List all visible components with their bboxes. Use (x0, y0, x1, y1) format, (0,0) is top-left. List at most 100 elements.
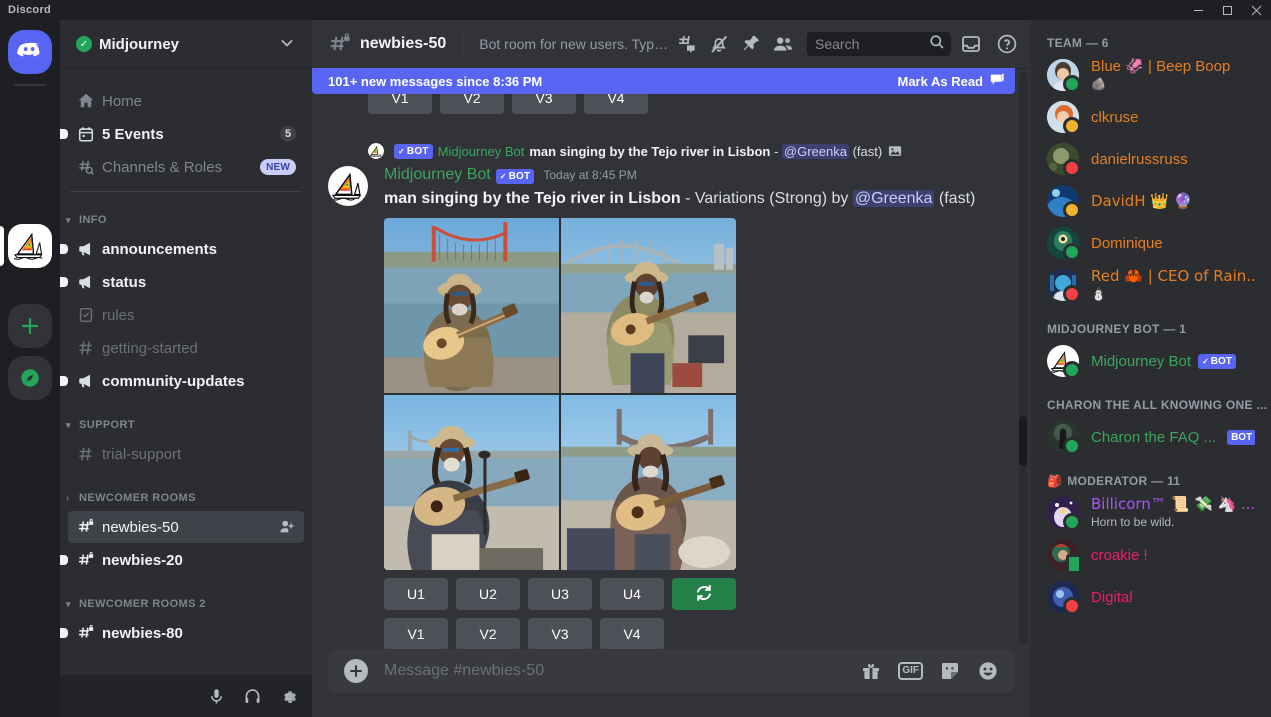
server-icon-midjourney[interactable] (8, 224, 52, 268)
member-list[interactable]: TEAM — 6 Blue 🦑 | Beep Boop 🪨 clkruse da… (1031, 20, 1271, 717)
inbox-icon[interactable] (955, 28, 987, 60)
category-label: NEWCOMER ROOMS (79, 492, 196, 504)
reroll-button[interactable] (672, 578, 736, 610)
upload-attachment-button[interactable] (344, 659, 368, 683)
member-group-header[interactable]: MIDJOURNEY BOT — 1 (1031, 306, 1271, 340)
category-newcomer-rooms[interactable]: › NEWCOMER ROOMS (60, 486, 312, 510)
guild-name: Midjourney (99, 35, 180, 53)
member-list-item[interactable]: Dominique (1039, 222, 1263, 264)
sidebar-item-announcements[interactable]: announcements (60, 233, 304, 265)
generated-image-4[interactable] (561, 395, 736, 570)
message-composer[interactable]: GIF (328, 649, 1015, 693)
upscale-button-u2[interactable]: U2 (456, 578, 520, 610)
sidebar-item-getting-started[interactable]: getting-started (68, 332, 304, 364)
gif-icon[interactable]: GIF (898, 662, 923, 680)
sticker-icon[interactable] (939, 660, 961, 682)
search-input[interactable] (807, 32, 951, 56)
avatar[interactable] (328, 166, 368, 206)
variation-button-v2[interactable]: V2 (456, 618, 520, 649)
member-list-item[interactable]: clkruse (1039, 96, 1263, 138)
close-button[interactable] (1242, 0, 1271, 20)
sidebar-item-newbies-50[interactable]: newbies-50 (68, 511, 304, 543)
member-info: Red 🦀 | CEO of Rain... ⛄ (1091, 267, 1255, 303)
message-scrollbar[interactable] (1019, 72, 1027, 645)
status-indicator-dnd (1063, 285, 1081, 303)
guild-header-button[interactable]: ✓ Midjourney (60, 20, 312, 68)
channel-topic[interactable]: Bot room for new users. Type /imagine th… (479, 36, 671, 52)
sidebar-item-trial-support[interactable]: trial-support (68, 438, 304, 470)
reply-context[interactable]: ✓ BOT Midjourney Bot man singing by the T… (368, 140, 1031, 162)
member-list-item[interactable]: Blue 🦑 | Beep Boop 🪨 (1039, 54, 1263, 96)
member-list-item[interactable]: Midjourney Bot ✓ BOT (1039, 340, 1263, 382)
message-scroll-container[interactable]: V1 V2 V3 V4 ✓ BOT Midjourney Bot man sin… (312, 68, 1031, 649)
new-messages-banner[interactable]: 101+ new messages since 8:36 PM Mark As … (312, 68, 1015, 94)
emoji-icon[interactable] (977, 660, 999, 682)
search-field[interactable] (815, 36, 929, 52)
help-icon[interactable] (991, 28, 1023, 60)
variation-button-v4[interactable]: V4 (600, 618, 664, 649)
member-name: danielrussruss (1091, 150, 1188, 168)
bell-off-icon[interactable] (703, 28, 735, 60)
member-list-item[interactable]: DavidH 👑 🔮 (1039, 180, 1263, 222)
message: Midjourney Bot ✓ BOT Today at 8:45 PM man… (312, 164, 1031, 649)
avatar (1047, 345, 1081, 379)
add-member-icon[interactable] (278, 518, 296, 536)
generated-image-grid[interactable] (384, 218, 736, 570)
sidebar-item-channels-and-roles[interactable]: Channels & Roles NEW (68, 151, 304, 183)
mark-as-read-button[interactable]: Mark As Read (898, 72, 1006, 91)
sidebar-item-rules[interactable]: rules (68, 299, 304, 331)
generated-image-1[interactable] (384, 218, 559, 393)
gear-icon[interactable] (272, 680, 304, 712)
mention-greenka[interactable]: @Greenka (852, 190, 935, 207)
sidebar-item-newbies-80[interactable]: newbies-80 (60, 617, 304, 649)
sidebar-item-home[interactable]: Home (68, 85, 304, 117)
category-support[interactable]: ▾ SUPPORT (60, 413, 312, 437)
sidebar-item-community-updates[interactable]: community-updates (60, 365, 304, 397)
home-icon[interactable] (8, 30, 52, 74)
rules-icon (76, 305, 96, 325)
add-server-button[interactable] (8, 304, 52, 348)
category-info[interactable]: ▾ INFO (60, 208, 312, 232)
member-name: Blue 🦑 | Beep Boop (1091, 58, 1231, 75)
reply-author[interactable]: Midjourney Bot (438, 144, 525, 159)
generated-image-2[interactable] (561, 218, 736, 393)
category-newcomer-rooms-2[interactable]: ▾ NEWCOMER ROOMS 2 (60, 592, 312, 616)
members-icon[interactable] (767, 28, 799, 60)
member-list-item[interactable]: Charon the FAQ ... BOT (1039, 416, 1263, 458)
new-badge: NEW (260, 159, 296, 175)
window-controls (1184, 0, 1271, 20)
channel-label: announcements (102, 240, 218, 258)
sidebar-item-newbies-20[interactable]: newbies-20 (60, 544, 304, 576)
headphones-icon[interactable] (236, 680, 268, 712)
member-group-header[interactable]: CHARON THE ALL KNOWING ONE ... (1031, 382, 1271, 416)
upscale-button-u3[interactable]: U3 (528, 578, 592, 610)
upscale-button-u1[interactable]: U1 (384, 578, 448, 610)
message-group: ✓ BOT Midjourney Bot man singing by the T… (312, 140, 1031, 649)
unread-indicator (60, 244, 68, 254)
message-author[interactable]: Midjourney Bot (384, 166, 491, 184)
microphone-icon[interactable] (200, 680, 232, 712)
member-list-item[interactable]: Red 🦀 | CEO of Rain... ⛄ (1039, 264, 1263, 306)
message-input[interactable] (384, 649, 845, 693)
member-list-item[interactable]: Digital (1039, 576, 1263, 618)
sidebar-item-events[interactable]: 5 Events 5 (60, 118, 304, 150)
upscale-button-u4[interactable]: U4 (600, 578, 664, 610)
gift-icon[interactable] (860, 660, 882, 682)
generated-image-3[interactable] (384, 395, 559, 570)
active-server-indicator (0, 226, 4, 266)
explore-servers-button[interactable] (8, 356, 52, 400)
pin-icon[interactable] (735, 28, 767, 60)
scrollbar-thumb[interactable] (1019, 416, 1027, 466)
maximize-button[interactable] (1213, 0, 1242, 20)
member-list-item[interactable]: croakie ! (1039, 534, 1263, 576)
member-group-header[interactable]: 🎒 MODERATOR — 11 (1031, 458, 1271, 492)
member-list-item[interactable]: Billicorn™ 📜 💸 🦄 ... Horn to be wild. (1039, 492, 1263, 534)
sidebar-item-status[interactable]: status (60, 266, 304, 298)
threads-icon[interactable] (671, 28, 703, 60)
minimize-button[interactable] (1184, 0, 1213, 20)
variation-button-v3[interactable]: V3 (528, 618, 592, 649)
member-list-item[interactable]: danielrussruss (1039, 138, 1263, 180)
variation-button-v1[interactable]: V1 (384, 618, 448, 649)
member-group-header[interactable]: TEAM — 6 (1031, 28, 1271, 54)
channel-label: community-updates (102, 372, 245, 390)
